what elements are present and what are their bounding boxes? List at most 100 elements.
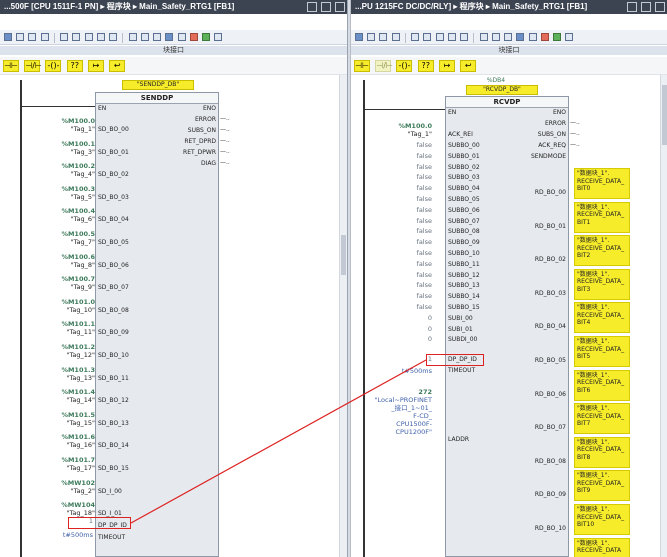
left-input-address[interactable]: %MW102 (61, 479, 95, 487)
left-input-address[interactable]: %M101.5 (61, 411, 95, 419)
left-input-tag[interactable]: "Tag_4" (71, 170, 95, 178)
close-icon[interactable] (335, 2, 345, 12)
left-input-address[interactable]: %M101.6 (61, 433, 95, 441)
right-input-value[interactable]: false (417, 141, 432, 149)
previous-error-icon[interactable] (479, 33, 488, 41)
right-timeout-value[interactable]: t#500ms (402, 367, 432, 375)
receive-data-tag[interactable]: "数据块_1". RECEIVE_DATA_ BIT7 (574, 403, 630, 435)
right-input-value[interactable]: 0 (428, 314, 432, 322)
right-input-value[interactable]: false (417, 281, 432, 289)
show-comments-icon[interactable] (447, 33, 456, 41)
senddp-block[interactable]: SENDDP EN SD_BO_00 SD_BO_01 SD_BO_02 SD_BO_… (95, 92, 219, 557)
open-branch-icon[interactable]: ↦ (438, 60, 455, 72)
right-input-value[interactable]: false (417, 271, 432, 279)
laddr-line[interactable]: CPU1200F" (396, 428, 433, 436)
left-vertical-scrollbar[interactable] (339, 75, 347, 557)
ack-rei-addr[interactable]: %M100.0 (398, 122, 432, 130)
left-input-address[interactable]: %M100.3 (61, 185, 95, 193)
expand-networks-icon[interactable] (423, 33, 432, 41)
receive-data-tag[interactable]: "数据块_1". RECEIVE_DATA_ BIT6 (574, 369, 630, 401)
laddr-line[interactable]: CPU1500F- (396, 420, 432, 428)
monitoring-icon[interactable] (177, 33, 186, 41)
left-input-tag[interactable]: "Tag_8" (71, 261, 95, 269)
update-calls-icon[interactable] (153, 33, 162, 41)
right-input-value[interactable]: 0 (428, 335, 432, 343)
left-input-tag[interactable]: "Tag_16" (66, 441, 95, 449)
left-input-address[interactable]: %M101.7 (61, 456, 95, 464)
left-input-address[interactable]: %MW104 (61, 501, 95, 509)
monitor-on-icon[interactable] (552, 33, 561, 41)
left-input-address[interactable]: %M100.6 (61, 253, 95, 261)
right-instance-db[interactable]: "RCVDP_DB" (466, 85, 538, 95)
breakpoint-icon[interactable] (189, 33, 198, 41)
receive-data-tag[interactable]: "数据块_1". RECEIVE_DATA_ BIT9 (574, 470, 630, 502)
block-interface-icon[interactable] (516, 33, 525, 41)
right-input-value[interactable]: false (417, 184, 432, 192)
next-error-icon[interactable] (140, 33, 149, 41)
right-input-value[interactable]: false (417, 292, 432, 300)
minimize-icon[interactable] (306, 2, 317, 12)
left-input-address[interactable]: %M100.0 (61, 117, 95, 125)
right-vertical-scrollbar[interactable] (660, 75, 667, 557)
right-block-interface-bar[interactable]: 块接口 (351, 46, 667, 55)
left-input-address[interactable]: %M100.4 (61, 207, 95, 215)
maximize-icon[interactable] (640, 2, 651, 12)
right-input-value[interactable]: false (417, 303, 432, 311)
receive-data-tag[interactable]: "数据块_1". RECEIVE_DATA_ BIT3 (574, 268, 630, 300)
left-input-tag[interactable]: "Tag_7" (71, 238, 95, 246)
laddr-number[interactable]: 272 (418, 388, 432, 396)
right-input-value[interactable]: 0 (428, 325, 432, 333)
rcvdp-block[interactable]: RCVDP EN ACK_REI SUBBO_00 SUBBO_01 SUBBO_0… (445, 96, 569, 557)
insert-row-icon[interactable] (379, 33, 388, 41)
left-input-address[interactable]: %M100.2 (61, 162, 95, 170)
minimize-icon[interactable] (626, 2, 637, 12)
close-branch-icon[interactable]: ↩ (109, 60, 126, 72)
block-interface-icon[interactable] (165, 33, 174, 41)
left-input-tag[interactable]: "Tag_12" (66, 351, 95, 359)
left-instance-db[interactable]: "SENDDP_DB" (122, 80, 194, 90)
left-input-tag[interactable]: "Tag_2" (71, 487, 95, 495)
no-contact-icon[interactable]: ⊣⊢ (354, 60, 370, 72)
left-input-address[interactable]: %M100.5 (61, 230, 95, 238)
receive-data-tag[interactable]: "数据块_1". RECEIVE_DATA_ BIT8 (574, 436, 630, 468)
left-input-address[interactable]: %M100.1 (61, 140, 95, 148)
snapshot-icon[interactable] (214, 33, 223, 41)
receive-data-tag[interactable]: "数据块_1". RECEIVE_DATA_ BIT0 (574, 168, 630, 199)
breakpoint-icon[interactable] (540, 33, 549, 41)
ack-rei-tag[interactable]: "Tag_1" (408, 130, 432, 138)
absolute-operand-icon[interactable] (411, 33, 420, 41)
right-input-value[interactable]: false (417, 249, 432, 257)
right-input-value[interactable]: false (417, 163, 432, 171)
right-input-value[interactable]: false (417, 217, 432, 225)
empty-box-icon[interactable]: ?? (417, 60, 434, 72)
next-error-icon[interactable] (491, 33, 500, 41)
right-input-value[interactable]: false (417, 238, 432, 246)
snapshot-icon[interactable] (565, 33, 574, 41)
left-input-tag[interactable]: "Tag_1" (71, 125, 95, 133)
laddr-line[interactable]: F-CD_ (413, 412, 432, 420)
left-input-tag[interactable]: "Tag_18" (66, 509, 95, 517)
right-input-value[interactable]: false (417, 173, 432, 181)
close-branch-icon[interactable]: ↩ (460, 60, 477, 72)
close-icon[interactable] (655, 2, 665, 12)
left-input-address[interactable]: %M101.0 (61, 298, 95, 306)
monitor-on-icon[interactable] (201, 33, 210, 41)
delete-row-icon[interactable] (391, 33, 400, 41)
laddr-line[interactable]: _接口_1~01_ (391, 404, 432, 412)
left-input-address[interactable]: %M101.1 (61, 320, 95, 328)
previous-error-icon[interactable] (128, 33, 137, 41)
left-scroll-thumb[interactable] (341, 235, 346, 275)
update-calls-icon[interactable] (504, 33, 513, 41)
left-input-address[interactable]: %M100.7 (61, 275, 95, 283)
coil-icon[interactable]: -()- (396, 60, 413, 72)
right-scroll-thumb[interactable] (662, 85, 667, 145)
favorites-icon[interactable] (460, 33, 469, 41)
laddr-line[interactable]: "Local~PROFINET (375, 396, 432, 404)
left-input-tag[interactable]: "Tag_14" (66, 396, 95, 404)
left-input-tag[interactable]: "Tag_17" (66, 464, 95, 472)
left-input-tag[interactable]: "Tag_9" (71, 283, 95, 291)
right-input-value[interactable]: false (417, 227, 432, 235)
left-input-tag[interactable]: "Tag_11" (66, 328, 95, 336)
receive-data-tag[interactable]: "数据块_1". RECEIVE_DATA_ BIT2 (574, 235, 630, 267)
left-input-tag[interactable]: "Tag_13" (66, 374, 95, 382)
